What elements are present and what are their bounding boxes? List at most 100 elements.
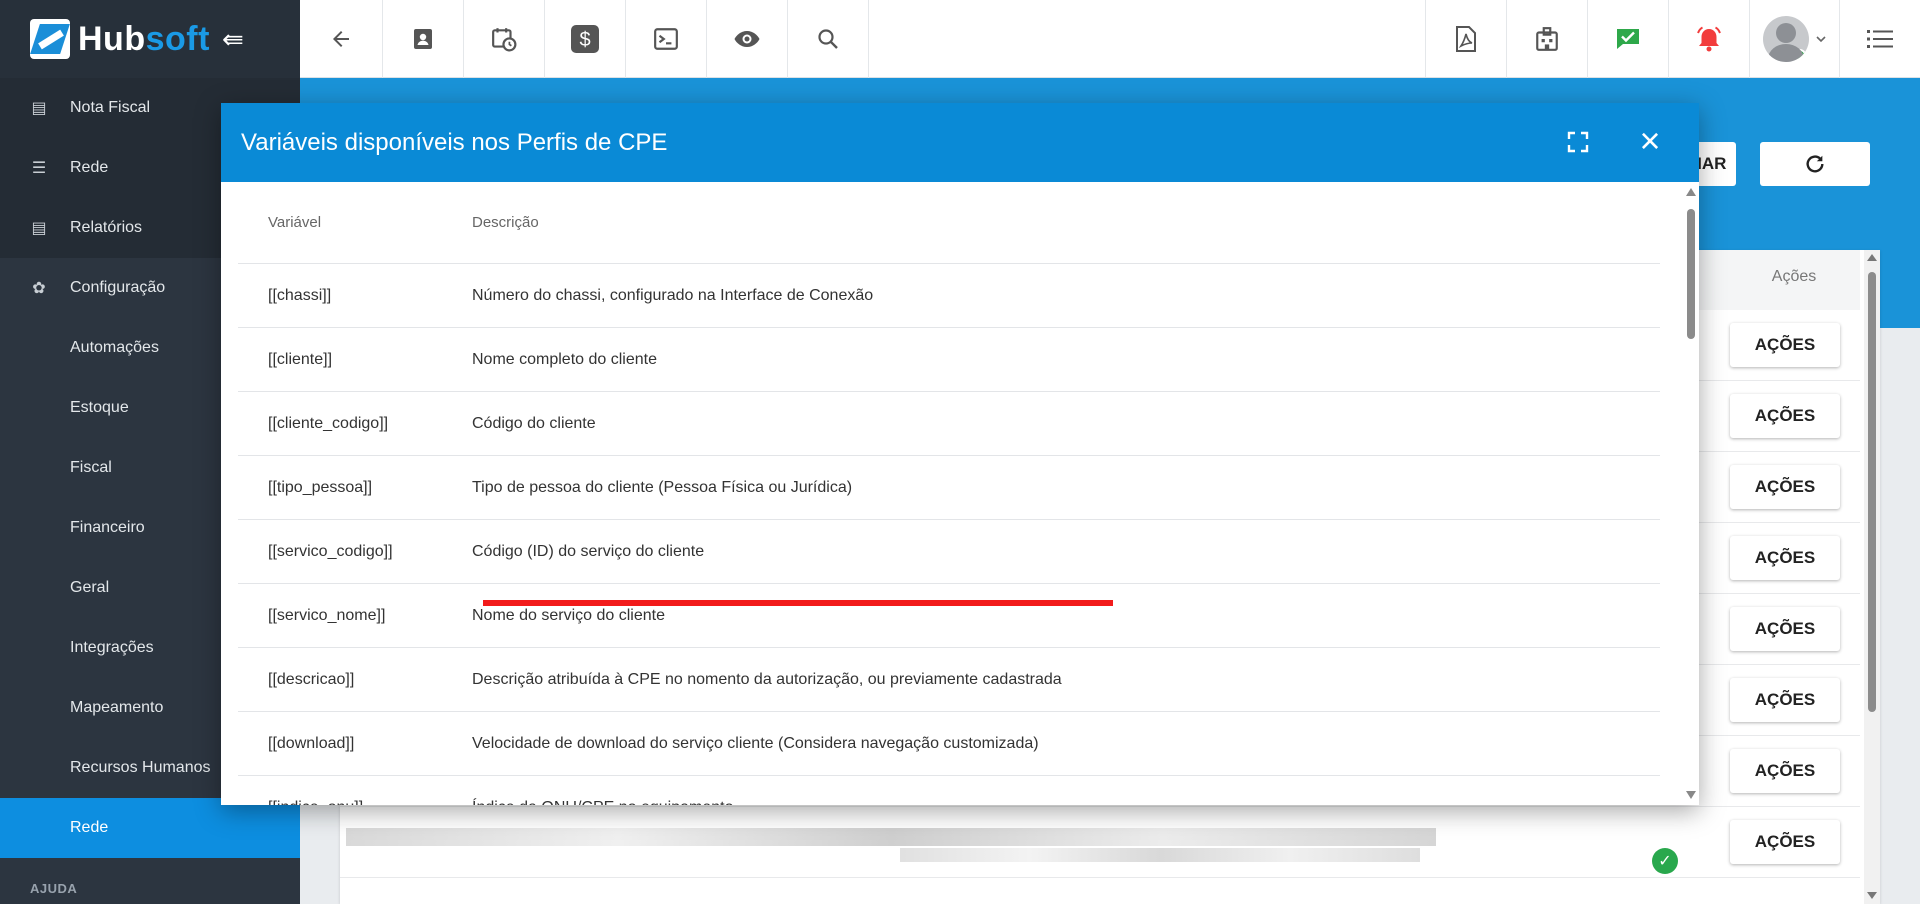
- terminal-icon: [654, 28, 678, 50]
- actions-button[interactable]: AÇÕES: [1730, 394, 1840, 438]
- variable-cell: [[indice_onu]]: [238, 799, 472, 806]
- table-row: [[chassi]] Número do chassi, configurado …: [238, 264, 1660, 328]
- scroll-down-arrow[interactable]: [1867, 892, 1877, 899]
- table-body: [[chassi]] Número do chassi, configurado …: [238, 264, 1660, 805]
- sidebar-item-label: Fiscal: [70, 459, 112, 476]
- variables-table: Variável Descrição [[chassi]] Número do c…: [238, 182, 1660, 805]
- view-button[interactable]: [707, 0, 788, 78]
- table-row: [[cliente]] Nome completo do cliente: [238, 328, 1660, 392]
- table-row: [[servico_codigo]] Código (ID) do serviço…: [238, 520, 1660, 584]
- description-cell: Tipo de pessoa do cliente (Pessoa Física…: [472, 478, 853, 496]
- list-icon: ▤: [31, 100, 47, 117]
- schedule-button[interactable]: [464, 0, 545, 78]
- logo-bar: Hubsoft ⇚: [0, 0, 300, 78]
- sidebar-item-label: Mapeamento: [70, 699, 164, 716]
- actions-button[interactable]: AÇÕES: [1730, 465, 1840, 509]
- description-cell: Nome completo do cliente: [472, 350, 657, 368]
- table-row: [[servico_nome]] Nome do serviço do clien…: [238, 584, 1660, 648]
- top-toolbar: $: [300, 0, 1920, 78]
- description-cell: Código do cliente: [472, 414, 596, 432]
- alarms-button[interactable]: [1669, 0, 1750, 78]
- sidebar-item-label: Geral: [70, 579, 110, 596]
- modal-scrollbar-thumb[interactable]: [1687, 209, 1695, 339]
- variable-cell: [[cliente]]: [268, 350, 333, 368]
- sidebar-item-label: Nota Fiscal: [70, 99, 151, 116]
- variable-cell: [[tipo_pessoa]]: [268, 478, 373, 496]
- server-icon: ☰: [31, 160, 47, 177]
- sidebar-item-label: Configuração: [70, 279, 166, 296]
- back-button[interactable]: [300, 0, 383, 78]
- actions-button[interactable]: AÇÕES: [1730, 607, 1840, 651]
- dollar-icon: $: [571, 25, 599, 53]
- sidebar-item-label: Relatórios: [70, 219, 143, 236]
- company-button[interactable]: [1507, 0, 1588, 78]
- table-row: [[download]] Velocidade de download do se…: [238, 712, 1660, 776]
- background-scrollbar-thumb[interactable]: [1868, 272, 1876, 712]
- terminal-button[interactable]: [626, 0, 707, 78]
- sidebar-item-label: Rede: [70, 819, 109, 836]
- pdf-icon: [1456, 26, 1476, 52]
- actions-button[interactable]: AÇÕES: [1730, 820, 1840, 864]
- description-cell: Velocidade de download do serviço client…: [472, 734, 1039, 752]
- chat-check-icon: [1617, 29, 1639, 49]
- actions-button[interactable]: AÇÕES: [1730, 536, 1840, 580]
- background-scrollbar[interactable]: [1864, 250, 1880, 904]
- description-cell: Descrição atribuída à CPE no nomento da …: [472, 670, 1062, 688]
- sidebar-item-label: Recursos Humanos: [70, 759, 211, 776]
- user-menu-button[interactable]: [1750, 0, 1840, 78]
- pdf-button[interactable]: [1426, 0, 1507, 78]
- sidebar-item-label: Automações: [70, 339, 159, 356]
- description-cell: Código (ID) do serviço do cliente: [472, 542, 705, 560]
- table-row: [[cliente_codigo]] Código do cliente: [238, 392, 1660, 456]
- back-arrow-icon: [333, 31, 349, 47]
- svg-text:$: $: [579, 29, 590, 51]
- sidebar-item-active[interactable]: Rede: [0, 798, 300, 858]
- alarm-bell-icon: [1697, 26, 1721, 52]
- hubsoft-logo-icon: [30, 19, 70, 59]
- contact-card-icon: [414, 29, 432, 49]
- scroll-up-arrow[interactable]: [1686, 188, 1696, 196]
- table-row: [[indice_onu]]Índice da ONU/CPE no equip…: [238, 776, 1660, 806]
- actions-button[interactable]: AÇÕES: [1730, 678, 1840, 722]
- status-ok-icon: ✓: [1652, 848, 1678, 874]
- menu-icon: [1867, 30, 1893, 48]
- variable-cell: [[descricao]]: [268, 670, 355, 688]
- table-header-row: Variável Descrição: [238, 182, 1660, 264]
- main-menu-button[interactable]: [1840, 0, 1920, 78]
- sidebar-item-label: Financeiro: [70, 519, 145, 536]
- toolbar-spacer: [869, 0, 1426, 77]
- table-row: [[tipo_pessoa]] Tipo de pessoa do cliente…: [238, 456, 1660, 520]
- scroll-down-arrow[interactable]: [1686, 791, 1696, 799]
- description-cell: Nome do serviço do cliente: [472, 606, 665, 624]
- variable-cell: [[cliente_codigo]]: [268, 414, 389, 432]
- finance-button[interactable]: $: [545, 0, 626, 78]
- blurred-content: [900, 848, 1420, 862]
- contacts-button[interactable]: [383, 0, 464, 78]
- highlight-underline: [483, 600, 1113, 606]
- calendar-clock-icon: [492, 28, 517, 52]
- modal-body: Variável Descrição [[chassi]] Número do c…: [221, 182, 1699, 805]
- fullscreen-icon[interactable]: [1567, 131, 1589, 153]
- gear-icon: ✿: [32, 280, 46, 297]
- refresh-button[interactable]: [1760, 142, 1870, 186]
- sidebar-item-label: Integrações: [70, 639, 154, 656]
- description-cell: Índice da ONU/CPE no equipamento: [472, 799, 1660, 806]
- eye-icon: [734, 31, 760, 47]
- actions-button[interactable]: AÇÕES: [1730, 749, 1840, 793]
- modal-title: Variáveis disponíveis nos Perfis de CPE: [241, 128, 668, 156]
- sidebar-item-label: Rede: [70, 159, 109, 176]
- collapse-sidebar-icon[interactable]: ⇚: [222, 24, 244, 55]
- modal-scrollbar[interactable]: [1683, 182, 1699, 805]
- actions-button[interactable]: AÇÕES: [1730, 323, 1840, 367]
- refresh-icon: [1806, 155, 1824, 173]
- variable-cell: [[chassi]]: [268, 286, 332, 304]
- online-status-dot: [1793, 49, 1806, 61]
- close-icon[interactable]: ×: [1631, 123, 1669, 161]
- messages-button[interactable]: [1588, 0, 1669, 78]
- search-button[interactable]: [788, 0, 869, 78]
- column-header-description: Descrição: [472, 214, 539, 231]
- variable-cell: [[servico_nome]]: [268, 606, 386, 624]
- scroll-up-arrow[interactable]: [1867, 254, 1877, 261]
- cpe-variables-modal: Variáveis disponíveis nos Perfis de CPE …: [221, 103, 1699, 805]
- modal-header: Variáveis disponíveis nos Perfis de CPE …: [221, 103, 1699, 182]
